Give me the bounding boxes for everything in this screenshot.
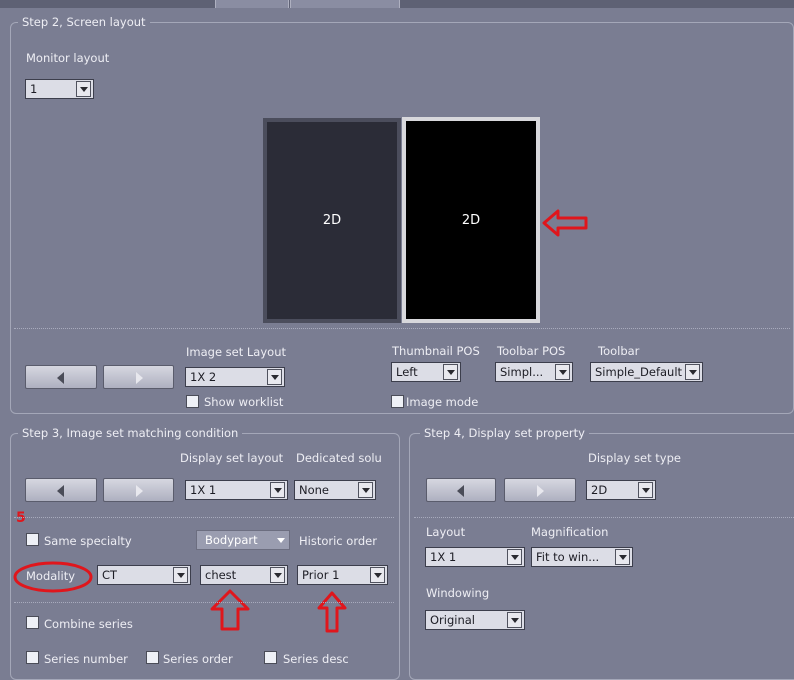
divider bbox=[14, 328, 790, 329]
arrow-left-icon bbox=[457, 485, 464, 497]
red-annotation-circle bbox=[13, 561, 93, 593]
historic-order-label: Historic order bbox=[299, 534, 377, 548]
thumbnail-pos-select[interactable]: Left bbox=[391, 362, 461, 382]
chevron-down-icon[interactable] bbox=[370, 567, 385, 583]
toolbar-pos-select[interactable]: Simpl... bbox=[495, 362, 573, 382]
red-annotation-arrow-up bbox=[317, 591, 347, 633]
toolbar-label: Toolbar bbox=[598, 344, 640, 358]
arrow-right-icon bbox=[537, 485, 544, 497]
toolbar-select[interactable]: Simple_Default bbox=[590, 362, 703, 382]
dedicated-select[interactable]: None bbox=[294, 480, 376, 500]
previous-button[interactable] bbox=[25, 478, 97, 502]
image-set-layout-label: Image set Layout bbox=[186, 345, 286, 359]
chevron-down-icon[interactable] bbox=[270, 567, 285, 583]
bodypart-value-select[interactable]: chest bbox=[200, 565, 288, 585]
show-worklist-checkbox[interactable] bbox=[186, 395, 199, 408]
display-set-type-label: Display set type bbox=[588, 451, 681, 465]
step3-groupbox bbox=[10, 433, 400, 680]
step3-legend: Step 3, Image set matching condition bbox=[18, 426, 243, 440]
magnification-select[interactable]: Fit to win... bbox=[531, 547, 633, 567]
image-mode-checkbox[interactable] bbox=[391, 395, 404, 408]
arrow-left-icon bbox=[57, 372, 64, 384]
layout-select[interactable]: 1X 1 bbox=[425, 547, 525, 567]
monitor-layout-label: Monitor layout bbox=[26, 51, 110, 65]
image-set-layout-select[interactable]: 1X 2 bbox=[185, 367, 285, 387]
modality-select[interactable]: CT bbox=[97, 565, 191, 585]
series-order-label: Series order bbox=[163, 652, 233, 666]
chevron-down-icon[interactable] bbox=[76, 81, 91, 97]
image-mode-label: Image mode bbox=[406, 395, 479, 409]
arrow-right-icon bbox=[135, 485, 143, 497]
chevron-down-icon[interactable] bbox=[173, 567, 188, 583]
layout-label: Layout bbox=[426, 525, 466, 539]
chevron-down-icon[interactable] bbox=[638, 482, 653, 498]
display-set-layout-label: Display set layout bbox=[180, 451, 284, 465]
monitor-label: 2D bbox=[461, 212, 481, 228]
top-tab[interactable] bbox=[215, 0, 289, 8]
arrow-right-icon bbox=[135, 372, 143, 384]
display-set-type-select[interactable]: 2D bbox=[586, 480, 656, 500]
chevron-down-icon[interactable] bbox=[555, 364, 570, 380]
magnification-label: Magnification bbox=[531, 525, 609, 539]
same-specialty-label: Same specialty bbox=[44, 534, 132, 548]
chevron-down-icon[interactable] bbox=[443, 364, 458, 380]
chevron-down-icon[interactable] bbox=[507, 612, 522, 628]
annotation-number: 5 bbox=[16, 510, 26, 526]
series-desc-label: Series desc bbox=[283, 652, 349, 666]
next-button[interactable] bbox=[103, 365, 174, 389]
toolbar-pos-label: Toolbar POS bbox=[497, 344, 566, 358]
windowing-select[interactable]: Original bbox=[425, 610, 525, 630]
chevron-down-icon[interactable] bbox=[615, 549, 630, 565]
divider bbox=[14, 602, 394, 603]
chevron-down-icon[interactable] bbox=[267, 369, 282, 385]
step4-legend: Step 4, Display set property bbox=[420, 426, 589, 440]
monitor-label: 2D bbox=[322, 213, 342, 228]
previous-button[interactable] bbox=[426, 478, 496, 502]
next-button[interactable] bbox=[103, 478, 174, 502]
chevron-down-icon bbox=[277, 538, 285, 543]
windowing-label: Windowing bbox=[426, 586, 490, 600]
chevron-down-icon[interactable] bbox=[358, 482, 373, 498]
series-number-checkbox[interactable] bbox=[26, 651, 39, 664]
monitor-preview-1[interactable]: 2D bbox=[263, 118, 401, 323]
divider bbox=[414, 517, 794, 518]
top-tab[interactable] bbox=[290, 0, 400, 8]
same-specialty-checkbox[interactable] bbox=[26, 533, 39, 546]
display-set-layout-select[interactable]: 1X 1 bbox=[185, 480, 288, 500]
chevron-down-icon[interactable] bbox=[685, 364, 700, 380]
series-number-label: Series number bbox=[44, 652, 128, 666]
top-tab-strip bbox=[0, 0, 794, 8]
combine-series-label: Combine series bbox=[44, 617, 133, 631]
thumbnail-pos-label: Thumbnail POS bbox=[392, 344, 480, 358]
red-annotation-arrow-up bbox=[210, 589, 250, 631]
dedicated-label: Dedicated solu bbox=[296, 451, 382, 465]
arrow-left-icon bbox=[57, 485, 64, 497]
historic-order-select[interactable]: Prior 1 bbox=[297, 565, 388, 585]
previous-button[interactable] bbox=[25, 365, 97, 389]
chevron-down-icon[interactable] bbox=[270, 482, 285, 498]
monitor-layout-select[interactable]: 1 bbox=[25, 79, 94, 99]
divider bbox=[14, 517, 394, 518]
step2-legend: Step 2, Screen layout bbox=[18, 15, 150, 29]
chevron-down-icon[interactable] bbox=[507, 549, 522, 565]
monitor-preview-2[interactable]: 2D bbox=[402, 117, 540, 323]
show-worklist-label: Show worklist bbox=[204, 395, 284, 409]
series-desc-checkbox[interactable] bbox=[264, 651, 277, 664]
series-order-checkbox[interactable] bbox=[146, 651, 159, 664]
bodypart-select[interactable]: Bodypart bbox=[196, 530, 290, 550]
next-button[interactable] bbox=[504, 478, 576, 502]
red-annotation-arrow-left bbox=[542, 209, 588, 237]
combine-series-checkbox[interactable] bbox=[26, 616, 39, 629]
